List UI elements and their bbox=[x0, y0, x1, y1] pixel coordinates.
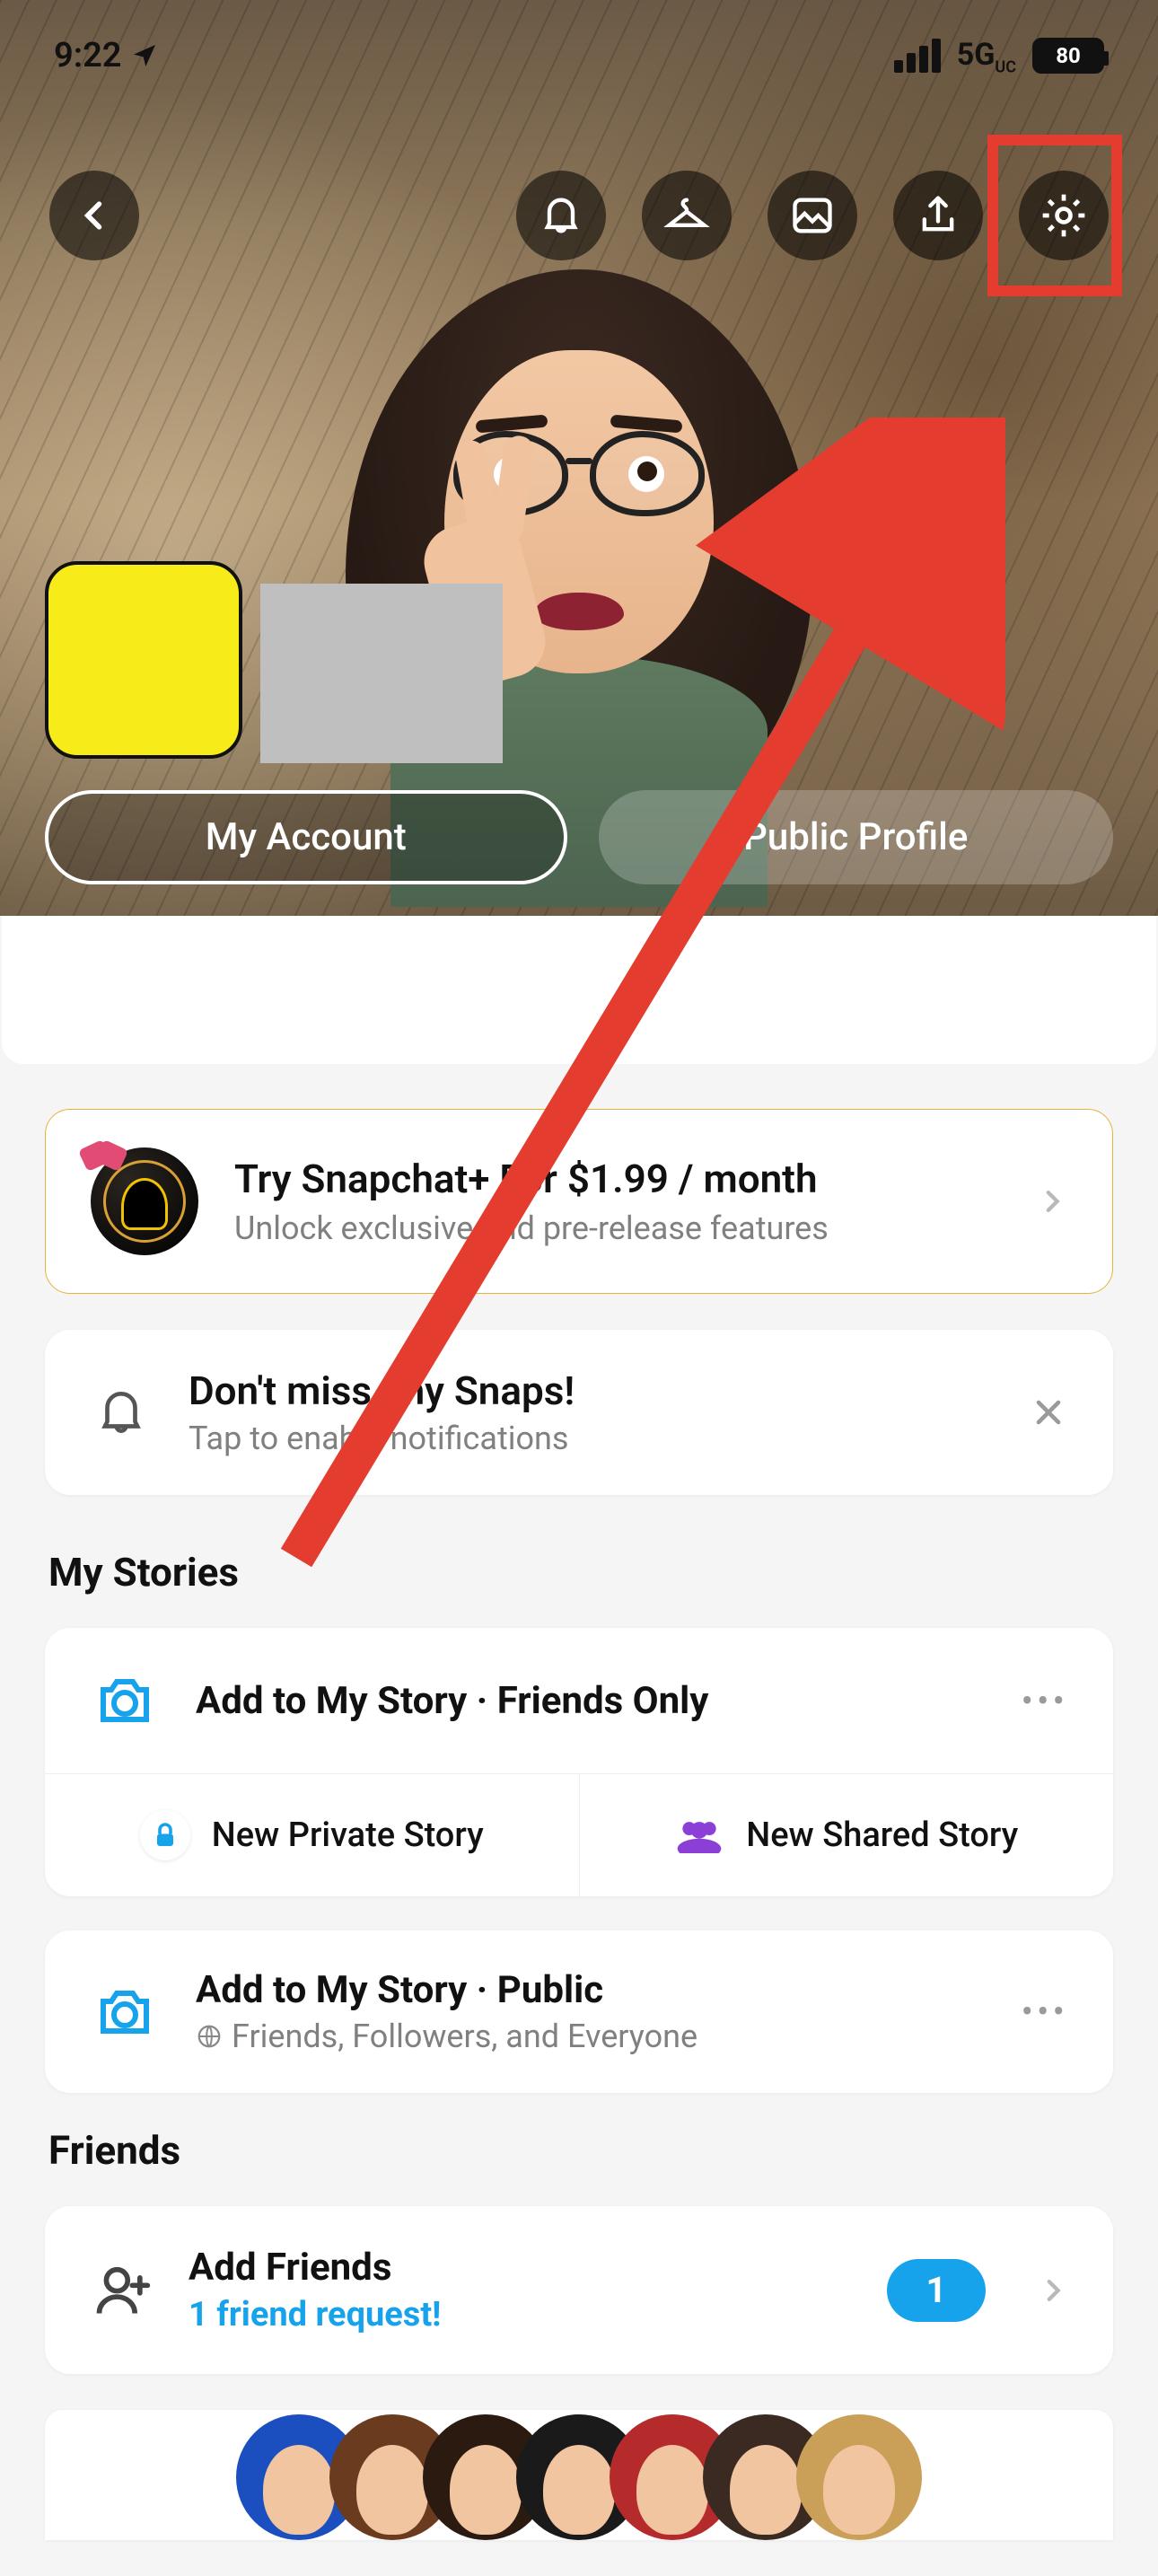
add-friends-row[interactable]: Add Friends 1 friend request! 1 bbox=[45, 2206, 1113, 2374]
annotation-highlight-box bbox=[987, 135, 1122, 296]
share-icon bbox=[915, 192, 961, 239]
story-row-title: Add to My Story · Friends Only bbox=[196, 1679, 708, 1723]
network-label: 5GUC bbox=[957, 34, 1016, 77]
group-icon bbox=[674, 1810, 724, 1860]
new-private-story-button[interactable]: New Private Story bbox=[45, 1774, 580, 1896]
public-story-card: Add to My Story · Public Friends, Follow… bbox=[45, 1930, 1113, 2093]
new-shared-label: New Shared Story bbox=[746, 1816, 1018, 1855]
add-my-story-public[interactable]: Add to My Story · Public Friends, Follow… bbox=[45, 1930, 1113, 2093]
empty-card bbox=[2, 916, 1156, 1064]
camera-icon bbox=[90, 1977, 160, 2047]
friend-request-count-badge: 1 bbox=[887, 2259, 986, 2322]
camera-icon bbox=[90, 1666, 160, 1736]
image-icon bbox=[789, 192, 836, 239]
add-friend-icon bbox=[90, 2258, 154, 2323]
add-friends-title: Add Friends bbox=[189, 2246, 441, 2290]
battery-icon: 80 bbox=[1032, 38, 1104, 74]
friend-request-sub: 1 friend request! bbox=[189, 2295, 441, 2334]
status-time: 9:22 bbox=[54, 36, 159, 75]
back-button[interactable] bbox=[49, 171, 139, 260]
profile-header: 9:22 5GUC 80 bbox=[0, 0, 1158, 916]
display-name-redacted bbox=[260, 584, 503, 763]
friend-avatar[interactable] bbox=[796, 2414, 922, 2540]
bell-outline-icon bbox=[90, 1381, 153, 1444]
notif-title: Don't miss any Snaps! bbox=[189, 1367, 575, 1414]
bell-icon bbox=[538, 192, 584, 239]
location-arrow-icon bbox=[130, 41, 159, 70]
promo-subtitle: Unlock exclusive and pre-release feature… bbox=[234, 1209, 829, 1247]
section-friends: Friends bbox=[48, 2127, 1113, 2174]
enable-notifications-card[interactable]: Don't miss any Snaps! Tap to enable noti… bbox=[45, 1330, 1113, 1495]
new-private-label: New Private Story bbox=[212, 1816, 484, 1855]
chevron-right-icon bbox=[1037, 1179, 1067, 1224]
lock-icon bbox=[140, 1810, 190, 1860]
public-story-title: Add to My Story · Public bbox=[196, 1968, 697, 2012]
more-button[interactable]: ••• bbox=[1022, 1991, 1069, 2033]
section-my-stories: My Stories bbox=[48, 1549, 1113, 1596]
snapchat-plus-promo[interactable]: Try Snapchat+ For $1.99 / month Unlock e… bbox=[45, 1109, 1113, 1294]
tab-my-account[interactable]: My Account bbox=[45, 790, 567, 884]
globe-icon bbox=[196, 2023, 223, 2050]
status-bar: 9:22 5GUC 80 bbox=[0, 20, 1158, 92]
friends-avatars-row[interactable] bbox=[45, 2410, 1113, 2540]
more-button[interactable]: ••• bbox=[1022, 1680, 1069, 1722]
tab-public-profile[interactable]: Public Profile bbox=[599, 790, 1114, 884]
my-stories-card: Add to My Story · Friends Only ••• New P… bbox=[45, 1628, 1113, 1896]
close-icon bbox=[1029, 1393, 1068, 1432]
snapchat-plus-badge-icon bbox=[91, 1147, 198, 1255]
promo-title: Try Snapchat+ For $1.99 / month bbox=[234, 1156, 829, 1202]
snapcode[interactable] bbox=[45, 561, 242, 759]
add-my-story-friends[interactable]: Add to My Story · Friends Only ••• bbox=[45, 1628, 1113, 1773]
hanger-icon bbox=[663, 192, 710, 239]
new-shared-story-button[interactable]: New Shared Story bbox=[580, 1774, 1114, 1896]
chevron-left-icon bbox=[75, 196, 114, 235]
dismiss-button[interactable] bbox=[1029, 1393, 1068, 1432]
public-story-subtitle: Friends, Followers, and Everyone bbox=[196, 2018, 697, 2055]
signal-icon bbox=[894, 39, 941, 73]
profile-tabs: My Account Public Profile bbox=[45, 790, 1113, 884]
chevron-right-icon bbox=[1038, 2268, 1068, 2313]
profile-content[interactable]: Try Snapchat+ For $1.99 / month Unlock e… bbox=[0, 916, 1158, 2576]
notif-subtitle: Tap to enable notifications bbox=[189, 1420, 575, 1457]
clock-text: 9:22 bbox=[54, 36, 121, 75]
status-right: 5GUC 80 bbox=[894, 34, 1104, 77]
share-button[interactable] bbox=[893, 171, 983, 260]
